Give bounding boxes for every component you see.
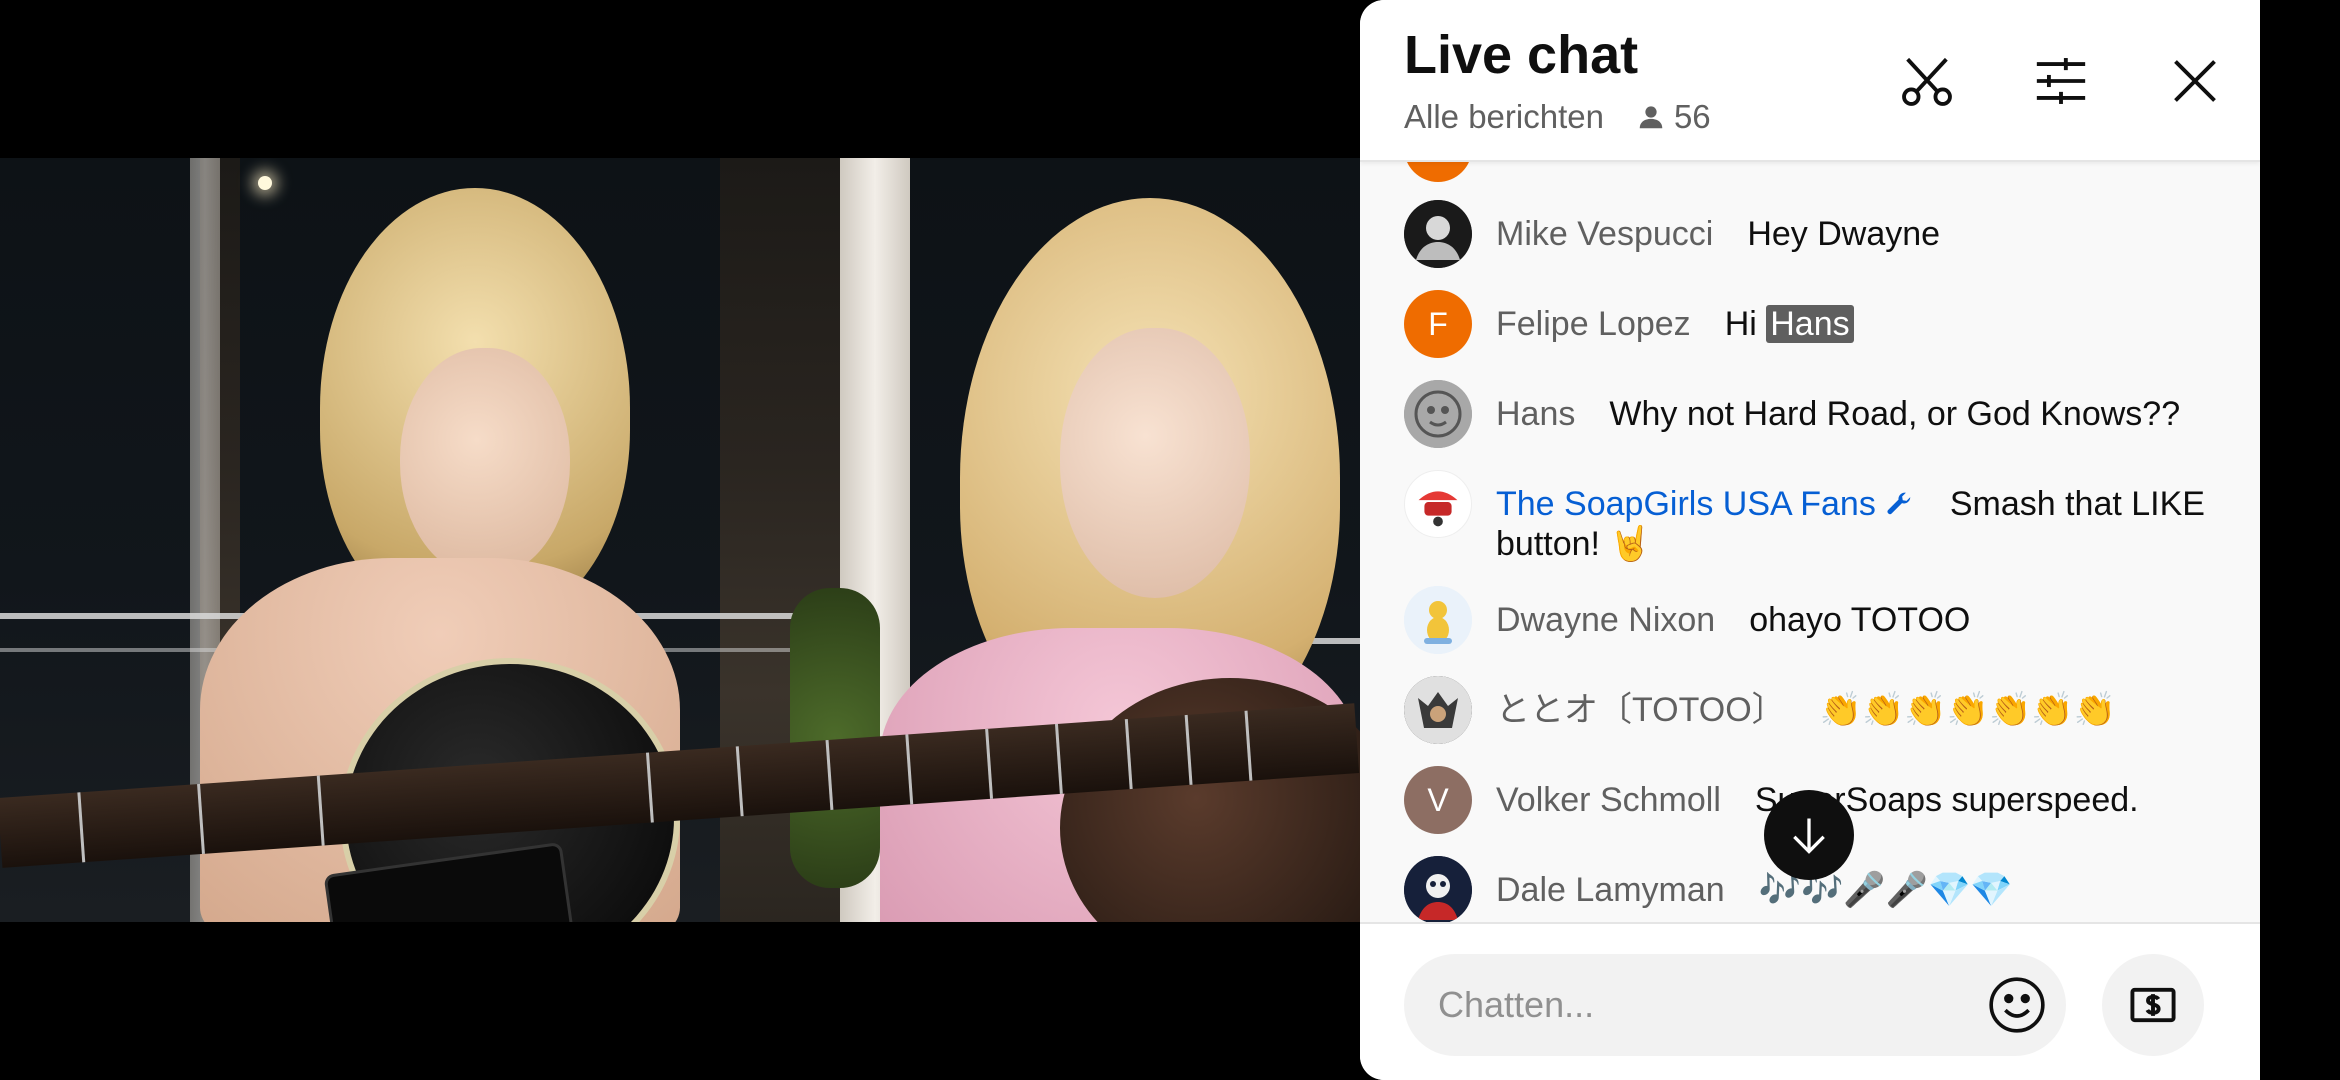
- chat-message[interactable]: F Felipe Lopez Hi Hans: [1404, 290, 2224, 358]
- message-author[interactable]: Dale Lamyman: [1496, 871, 1725, 909]
- close-icon: [2174, 60, 2216, 102]
- message-author-owner[interactable]: The SoapGirls USA Fans: [1496, 485, 1876, 523]
- avatar: F: [1404, 290, 1472, 358]
- scissors-icon: [1902, 57, 1952, 106]
- message-author[interactable]: Felipe Lopez: [1496, 305, 1691, 343]
- message-author[interactable]: Volker Schmoll: [1496, 781, 1721, 819]
- super-chat-button[interactable]: [2102, 954, 2204, 1056]
- chat-settings-button[interactable]: [2028, 48, 2094, 114]
- chat-message[interactable]: The SoapGirls USA Fans Smash that LIKE bu…: [1404, 470, 2224, 564]
- scroll-to-latest-button[interactable]: [1764, 790, 1854, 880]
- chat-message[interactable]: Mike Vespucci Hey Dwayne: [1404, 200, 2224, 268]
- message-author[interactable]: Dwayne Nixon: [1496, 601, 1715, 639]
- live-stream-screen: Live chat Alle berichten 56 Mike Vespucc…: [0, 0, 2340, 1080]
- chat-message[interactable]: ととオ〔TOTOO〕 👏👏👏👏👏👏👏: [1404, 676, 2224, 744]
- chat-title: Live chat: [1404, 25, 1639, 85]
- avatar: [1404, 586, 1472, 654]
- message-author[interactable]: Hans: [1496, 395, 1575, 433]
- chat-filter-row: Alle berichten 56: [1404, 98, 1711, 136]
- avatar: [1404, 380, 1472, 448]
- chat-message[interactable]: Hans Why not Hard Road, or God Knows??: [1404, 380, 2224, 448]
- viewer-count: 56: [1636, 98, 1711, 136]
- chat-input[interactable]: [1404, 954, 2066, 1056]
- avatar: [1404, 162, 1472, 182]
- emoji-button[interactable]: [1986, 974, 2048, 1036]
- message-text: Why not Hard Road, or God Knows??: [1609, 395, 2181, 433]
- sliders-icon: [2036, 58, 2086, 104]
- chat-filter-dropdown[interactable]: Alle berichten: [1404, 98, 1604, 136]
- message-author[interactable]: ととオ〔TOTOO〕: [1496, 691, 1786, 729]
- arrow-down-icon: [1793, 818, 1825, 854]
- dollar-bill-icon: [2130, 987, 2176, 1023]
- right-edge: [2260, 0, 2340, 1080]
- mention-chip: Hans: [1766, 305, 1854, 343]
- smiley-icon: [1989, 977, 2045, 1033]
- message-text: 👏👏👏👏👏👏👏: [1819, 691, 2116, 729]
- avatar: [1404, 200, 1472, 268]
- viewer-count-value: 56: [1673, 98, 1711, 135]
- video-player[interactable]: [0, 158, 1360, 922]
- message-text: ohayo TOTOO: [1749, 601, 1971, 639]
- clip-button[interactable]: [1894, 48, 1960, 114]
- message-text: Hi: [1724, 305, 1757, 343]
- chat-header: Live chat Alle berichten 56: [1360, 0, 2260, 162]
- wrench-icon: [1887, 492, 1911, 515]
- chat-message[interactable]: Dwayne Nixon ohayo TOTOO: [1404, 586, 2224, 654]
- avatar: [1404, 676, 1472, 744]
- close-chat-button[interactable]: [2162, 48, 2228, 114]
- avatar: V: [1404, 766, 1472, 834]
- live-chat-panel: Live chat Alle berichten 56 Mike Vespucc…: [1360, 0, 2260, 1080]
- person-icon: [1639, 106, 1663, 129]
- message-author[interactable]: Mike Vespucci: [1496, 215, 1713, 253]
- avatar: [1404, 856, 1472, 922]
- chat-composer: [1360, 922, 2260, 1080]
- avatar: [1404, 470, 1472, 538]
- message-text: Hey Dwayne: [1747, 215, 1941, 253]
